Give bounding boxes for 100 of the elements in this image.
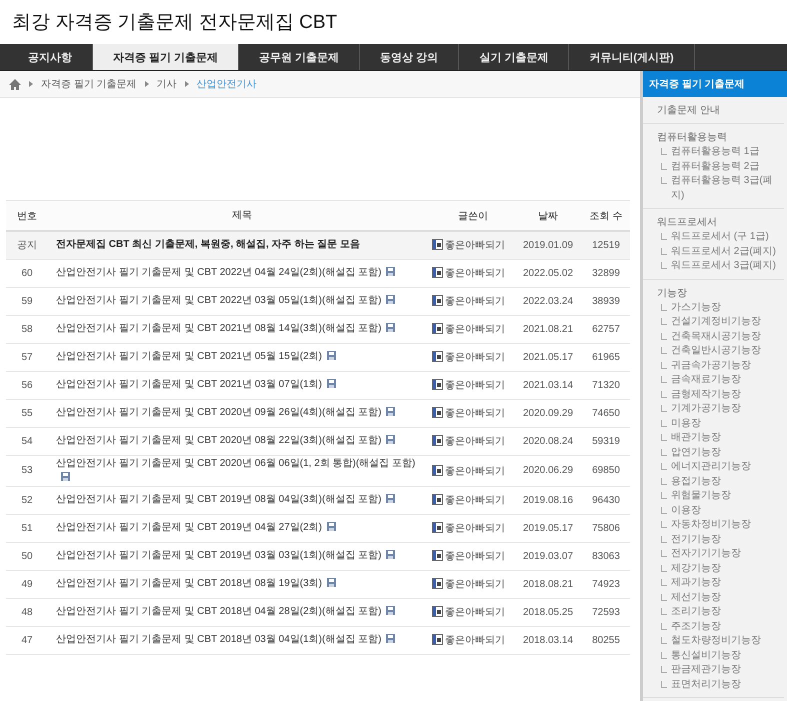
post-number: 52 — [21, 494, 33, 506]
sidebar-item[interactable]: 철도차량정비기능장 — [671, 634, 761, 648]
breadcrumb-link[interactable]: 자격증 필기 기출문제 — [41, 77, 137, 91]
nav-tab[interactable]: 공무원 기출문제 — [239, 44, 360, 70]
sidebar-item[interactable]: 워드프로세서 2급(폐지) — [671, 244, 776, 259]
tree-branch-icon — [661, 564, 667, 572]
breadcrumb-link[interactable]: 산업안전기사 — [196, 77, 257, 91]
post-date: 2021.08.21 — [522, 324, 574, 334]
sidebar-category[interactable]: 기출문제 안내 — [657, 103, 781, 118]
post-title-link[interactable]: 산업안전기사 필기 기출문제 및 CBT 2018년 08월 19일(3회) — [56, 578, 322, 589]
view-count: 32899 — [592, 268, 620, 278]
post-title-link[interactable]: 산업안전기사 필기 기출문제 및 CBT 2018년 04월 28일(2회)(해설집 포함) — [56, 606, 382, 617]
sidebar-item[interactable]: 금형제작기능장 — [671, 388, 741, 402]
sidebar-item[interactable]: 주조기능장 — [671, 620, 721, 634]
view-count: 74923 — [592, 578, 620, 590]
post-title-link[interactable]: 산업안전기사 필기 기출문제 및 CBT 2019년 08월 04일(3회)(해설집 포함) — [56, 494, 382, 505]
writer-name: 좋은아빠되기 — [445, 523, 505, 534]
sidebar-item[interactable]: 기계가공기능장 — [671, 402, 741, 416]
tree-branch-icon — [661, 434, 667, 441]
nav-tab[interactable]: 커뮤니티(게시판) — [569, 44, 695, 70]
sidebar-item[interactable]: 금속재료기능장 — [671, 373, 741, 388]
tree-branch-icon — [661, 162, 667, 170]
site-title: 최강 자격증 기출문제 전자문제집 CBT — [12, 11, 338, 35]
sidebar-category[interactable]: 워드프로세서 — [657, 215, 781, 230]
post-title-link[interactable]: 산업안전기사 필기 기출문제 및 CBT 2020년 08월 22일(3회)(해설집 포함) — [56, 435, 382, 446]
post-number: 55 — [21, 408, 33, 418]
sidebar-item[interactable]: 제선기능장 — [671, 590, 721, 605]
view-count: 59319 — [592, 436, 620, 446]
calendar-icon — [432, 606, 443, 617]
sidebar-item[interactable]: 전기기능장 — [671, 532, 721, 547]
post-title-link[interactable]: 산업안전기사 필기 기출문제 및 CBT 2022년 03월 05일(1회)(해설집 포함) — [56, 295, 382, 306]
sidebar-item[interactable]: 자동차정비기능장 — [671, 518, 751, 532]
sidebar-item[interactable]: 건축일반시공기능장 — [671, 344, 761, 358]
calendar-icon — [432, 634, 443, 645]
sidebar-category[interactable]: 컴퓨터활용능력 — [657, 130, 781, 145]
chevron-icon — [29, 81, 33, 87]
sidebar-item[interactable]: 위험물기능장 — [671, 489, 731, 504]
sidebar-item[interactable]: 제과기능장 — [671, 576, 721, 590]
post-title-link[interactable]: 산업안전기사 필기 기출문제 및 CBT 2018년 03월 04일(1회)(해설집 포함) — [56, 634, 382, 645]
view-count: 62757 — [592, 324, 620, 334]
sidebar-item[interactable]: 미용장 — [671, 416, 701, 431]
view-count: 75806 — [592, 522, 620, 534]
sidebar-item[interactable]: 워드프로세서 (구 1급) — [671, 230, 769, 244]
sidebar-item[interactable]: 용접기능장 — [671, 474, 721, 489]
nav-tab[interactable]: 실기 기출문제 — [459, 44, 570, 70]
post-date: 2019.01.09 — [522, 240, 574, 251]
post-title-link[interactable]: 산업안전기사 필기 기출문제 및 CBT 2022년 04월 24일(2회)(해설집 포함) — [56, 267, 382, 278]
post-title-link[interactable]: 산업안전기사 필기 기출문제 및 CBT 2019년 03월 03일(1회)(해설집 포함) — [56, 550, 382, 561]
post-title-link[interactable]: 산업안전기사 필기 기출문제 및 CBT 2021년 05월 15일(2회) — [56, 351, 322, 362]
tree-branch-icon — [661, 148, 667, 155]
sidebar-item[interactable]: 표면처리기능장 — [671, 678, 741, 692]
view-count: 96430 — [592, 494, 620, 506]
post-date: 2020.08.24 — [522, 436, 574, 446]
sidebar-item[interactable]: 건축목재시공기능장 — [671, 330, 761, 344]
tree-branch-icon — [661, 478, 667, 484]
calendar-icon — [432, 494, 443, 505]
post-title-link[interactable]: 산업안전기사 필기 기출문제 및 CBT 2021년 08월 14일(3회)(해설집 포함) — [56, 323, 382, 334]
sidebar-item[interactable]: 워드프로세서 3급(폐지) — [671, 259, 776, 274]
sidebar-item[interactable]: 귀금속가공기능장 — [671, 358, 751, 373]
sidebar-item[interactable]: 컴퓨터활용능력 2급 — [671, 160, 760, 174]
tree-branch-icon — [661, 579, 667, 586]
sidebar-item[interactable]: 에너지관리기능장 — [671, 460, 751, 474]
nav-tab[interactable]: 동영상 강의 — [360, 44, 460, 70]
tree-branch-icon — [661, 666, 667, 673]
sidebar-item[interactable]: 이용장 — [671, 504, 701, 518]
writer-name: 좋은아빠되기 — [445, 635, 505, 646]
tree-branch-icon — [661, 233, 667, 240]
post-title-link[interactable]: 산업안전기사 필기 기출문제 및 CBT 2019년 04월 27일(2회) — [56, 522, 322, 533]
post-title-link[interactable]: 산업안전기사 필기 기출문제 및 CBT 2021년 03월 07일(1회) — [56, 379, 322, 390]
post-number: 59 — [21, 296, 33, 306]
sidebar-item[interactable]: 컴퓨터활용능력 3급(폐지) — [671, 174, 781, 203]
sidebar-item[interactable]: 압연기능장 — [671, 446, 721, 460]
calendar-icon — [432, 464, 443, 476]
sidebar-category[interactable]: 기능장 — [657, 286, 781, 300]
sidebar-item[interactable]: 배관기능장 — [671, 431, 721, 446]
tree-branch-icon — [661, 318, 667, 325]
writer-name: 좋은아빠되기 — [445, 436, 505, 447]
sidebar-item[interactable]: 조리기능장 — [671, 605, 721, 620]
view-count: 74650 — [592, 408, 620, 418]
post-date: 2018.03.14 — [522, 634, 574, 646]
sidebar-item[interactable]: 제강기능장 — [671, 562, 721, 576]
post-number: 54 — [21, 436, 33, 446]
nav-tab[interactable]: 자격증 필기 기출문제 — [93, 44, 240, 70]
sidebar-item[interactable]: 전자기기기능장 — [671, 547, 741, 562]
calendar-icon — [432, 435, 443, 446]
sidebar-item[interactable]: 판금제관기능장 — [671, 663, 741, 678]
post-title-link[interactable]: 산업안전기사 필기 기출문제 및 CBT 2020년 06월 06일(1, 2회 통합)(해설집 포함) — [56, 458, 416, 468]
writer-name: 좋은아빠되기 — [445, 495, 505, 506]
view-count: 61965 — [592, 352, 620, 362]
view-count: 72593 — [592, 606, 620, 618]
post-number: 공지 — [17, 240, 37, 252]
sidebar-item[interactable]: 통신설비기능장 — [671, 648, 741, 663]
tree-branch-icon — [661, 448, 667, 456]
post-date: 2019.08.16 — [522, 494, 574, 506]
post-title-link[interactable]: 산업안전기사 필기 기출문제 및 CBT 2020년 09월 26일(4회)(해설집 포함) — [56, 407, 382, 418]
sidebar-item[interactable]: 가스기능장 — [671, 300, 721, 315]
sidebar-item[interactable]: 컴퓨터활용능력 1급 — [671, 145, 760, 160]
calendar-icon — [432, 550, 443, 561]
breadcrumb-link[interactable]: 기사 — [156, 77, 177, 91]
sidebar-item[interactable]: 건설기계정비기능장 — [671, 315, 761, 330]
